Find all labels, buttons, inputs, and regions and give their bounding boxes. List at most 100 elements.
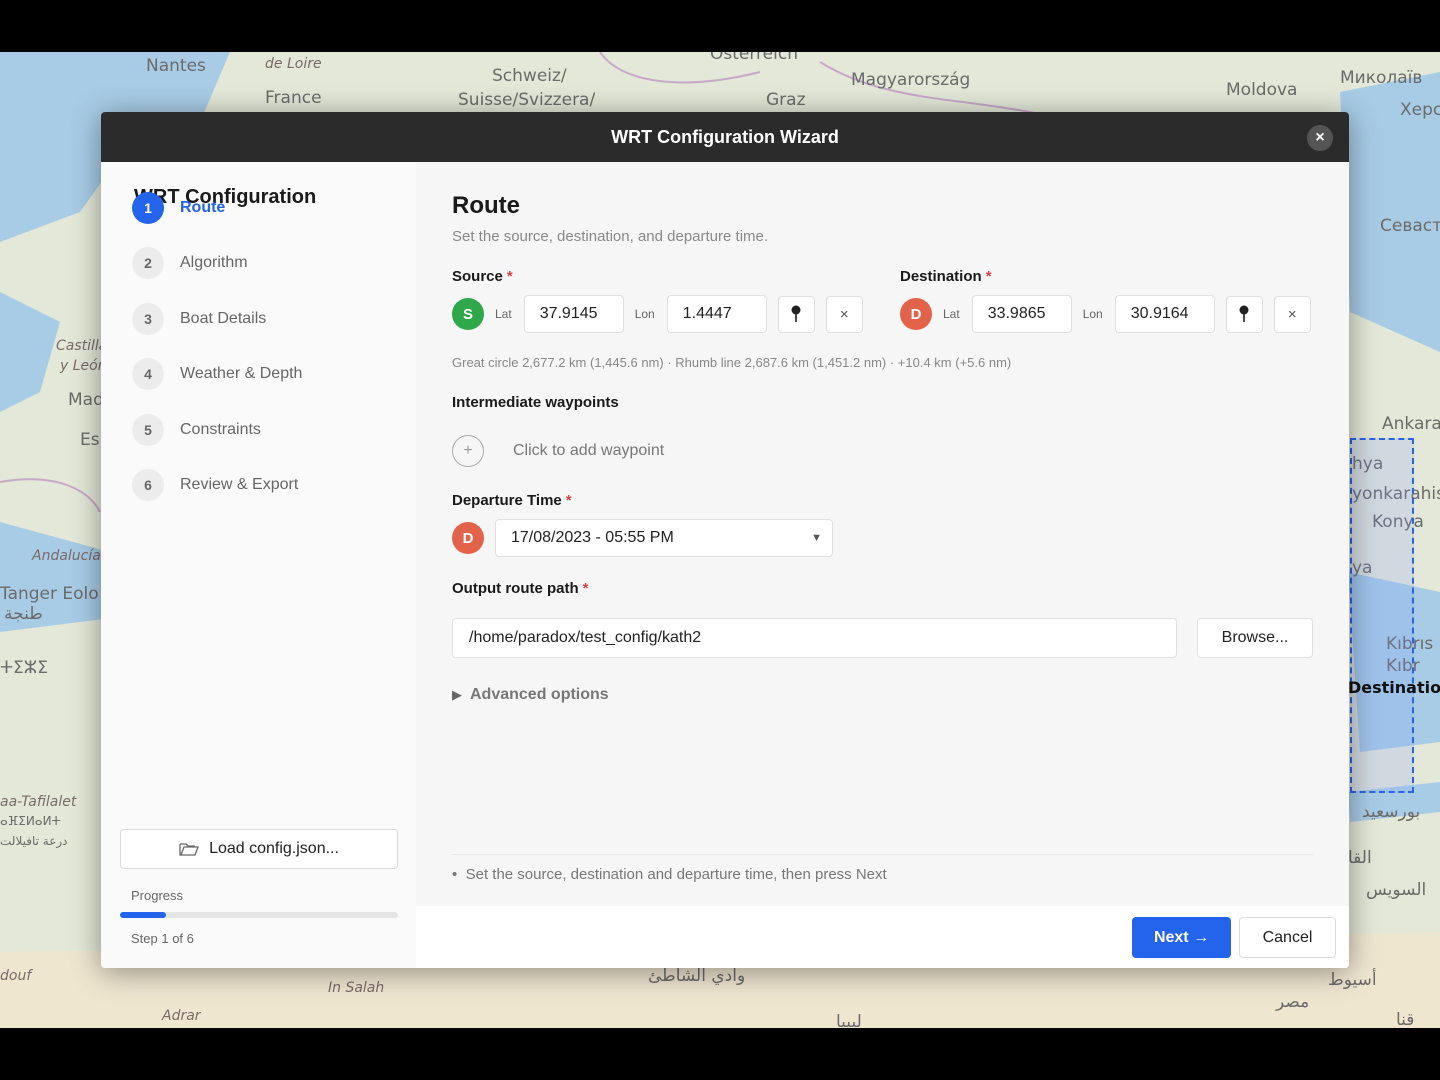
- step-number: 2: [132, 247, 164, 279]
- destination-lon-input[interactable]: 30.9164: [1114, 295, 1215, 333]
- output-path-label: Output route path *: [452, 580, 589, 597]
- departure-row: D 17/08/2023 - 05:55 PM ▼: [452, 519, 833, 557]
- map-label: Миколаїв: [1340, 68, 1423, 88]
- load-config-label: Load config.json...: [209, 840, 339, 857]
- destination-pick-button[interactable]: [1225, 295, 1263, 333]
- map-label: Suisse/Svizzera/: [458, 90, 596, 110]
- step-number: 5: [132, 414, 164, 446]
- map-label: y León: [60, 358, 107, 374]
- source-label: Source *: [452, 268, 513, 285]
- departure-label-text: Departure Time: [452, 492, 562, 509]
- step-number: 4: [132, 358, 164, 390]
- step-constraints[interactable]: 5 Constraints: [132, 413, 261, 447]
- dialog-title: WRT Configuration Wizard: [611, 126, 839, 147]
- advanced-options-toggle[interactable]: ▶ Advanced options: [452, 686, 609, 704]
- page-subtitle: Set the source, destination, and departu…: [452, 228, 769, 245]
- departure-label: Departure Time *: [452, 492, 572, 509]
- lat-label: Lat: [495, 307, 512, 321]
- lat-label: Lat: [943, 307, 960, 321]
- map-label: Graz: [766, 90, 806, 110]
- map-label: Castilla: [56, 338, 108, 354]
- required-mark: *: [565, 492, 572, 509]
- step-route[interactable]: 1 Route: [132, 191, 225, 225]
- dialog-header: WRT Configuration Wizard ×: [101, 112, 1349, 162]
- chevron-down-icon: ▼: [811, 532, 822, 544]
- step-label: Constraints: [180, 421, 261, 438]
- output-path-label-text: Output route path: [452, 580, 579, 597]
- output-path-input[interactable]: /home/paradox/test_config/kath2: [452, 618, 1177, 658]
- step-number: 3: [132, 303, 164, 335]
- progress-fill: [120, 912, 167, 918]
- advanced-options-label: Advanced options: [470, 686, 609, 703]
- lon-label: Lon: [1082, 307, 1103, 321]
- source-badge: S: [452, 298, 484, 330]
- close-icon[interactable]: ×: [1307, 125, 1333, 151]
- step-label: Boat Details: [180, 310, 267, 327]
- source-coordinates: S Lat 37.9145 Lon 1.4447 ×: [452, 295, 863, 333]
- next-button[interactable]: Next →: [1132, 917, 1231, 958]
- departure-time-select[interactable]: 17/08/2023 - 05:55 PM ▼: [495, 519, 833, 557]
- map-label: Mad: [68, 390, 104, 410]
- map-label: ليبيا: [836, 1012, 862, 1028]
- step-boat-details[interactable]: 3 Boat Details: [132, 302, 266, 336]
- map-label: طنجة: [4, 604, 43, 624]
- config-wizard-dialog: WRT Configuration Wizard × WRT Configura…: [101, 112, 1349, 968]
- step-weather-depth[interactable]: 4 Weather & Depth: [132, 357, 302, 391]
- divider: [452, 854, 1313, 855]
- step-label: Algorithm: [180, 254, 248, 271]
- route-panel: Route Set the source, destination, and d…: [416, 162, 1349, 968]
- load-config-button[interactable]: Load config.json...: [120, 829, 398, 869]
- map-label: Moldova: [1226, 80, 1298, 100]
- destination-area[interactable]: [1350, 438, 1414, 793]
- close-icon: ×: [839, 305, 849, 323]
- map-label: Tanger Eolo: [0, 584, 99, 604]
- source-label-text: Source: [452, 268, 503, 285]
- map-label: aa-Tafilalet: [0, 794, 77, 810]
- step-label: Review & Export: [180, 476, 299, 493]
- map-label: مصر: [1276, 992, 1310, 1012]
- close-icon: ×: [1287, 305, 1297, 323]
- departure-time-value: 17/08/2023 - 05:55 PM: [511, 529, 674, 546]
- map-label: Andalucía: [32, 548, 101, 564]
- browse-button[interactable]: Browse...: [1197, 618, 1313, 658]
- progress-bar: [120, 912, 398, 918]
- map-label: بورسعيد: [1362, 802, 1421, 822]
- source-lon-input[interactable]: 1.4447: [666, 295, 767, 333]
- hint-message: Set the source, destination and departur…: [465, 866, 887, 883]
- step-number: 6: [132, 469, 164, 501]
- progress-label: Progress: [131, 888, 184, 903]
- map-label: القا: [1348, 848, 1372, 868]
- departure-badge: D: [452, 522, 484, 554]
- source-pick-button[interactable]: [777, 295, 815, 333]
- bullet-icon: •: [452, 866, 466, 883]
- map-label: Ankara: [1382, 414, 1440, 434]
- destination-badge: D: [900, 298, 932, 330]
- map-label: ⴰⴼⵉⵍⴰⵍⵜ: [0, 814, 61, 828]
- cancel-button[interactable]: Cancel: [1239, 917, 1336, 958]
- required-mark: *: [582, 580, 589, 597]
- destination-map-label: Destination: [1348, 678, 1440, 697]
- add-waypoint-button[interactable]: + Click to add waypoint: [452, 435, 664, 467]
- map-label: Es: [80, 430, 100, 450]
- map-label: Magyarország: [851, 70, 971, 90]
- map-label: ⵜⵉⵣⵉ: [0, 658, 48, 678]
- step-review-export[interactable]: 6 Review & Export: [132, 468, 298, 502]
- progress-step-text: Step 1 of 6: [131, 931, 194, 946]
- wizard-sidebar: WRT Configuration 1 Route 2 Algorithm 3 …: [101, 162, 416, 968]
- map-label: Nantes: [146, 56, 206, 76]
- destination-lat-input[interactable]: 33.9865: [971, 295, 1072, 333]
- source-lat-input[interactable]: 37.9145: [523, 295, 624, 333]
- screen: Nantes de Loire France Schweiz/ Suisse/S…: [0, 52, 1440, 1028]
- step-algorithm[interactable]: 2 Algorithm: [132, 246, 248, 280]
- map-label: درعة تافيلالت: [0, 834, 68, 848]
- plus-icon: +: [452, 435, 484, 467]
- map-label: France: [265, 88, 322, 108]
- destination-label-text: Destination: [900, 268, 982, 285]
- required-mark: *: [985, 268, 992, 285]
- destination-clear-button[interactable]: ×: [1273, 295, 1311, 333]
- dialog-footer: Next → Cancel: [416, 906, 1349, 968]
- source-clear-button[interactable]: ×: [825, 295, 863, 333]
- step-number: 1: [132, 192, 164, 224]
- map-label: Adrar: [162, 1008, 201, 1024]
- map-label: Херс: [1400, 100, 1440, 120]
